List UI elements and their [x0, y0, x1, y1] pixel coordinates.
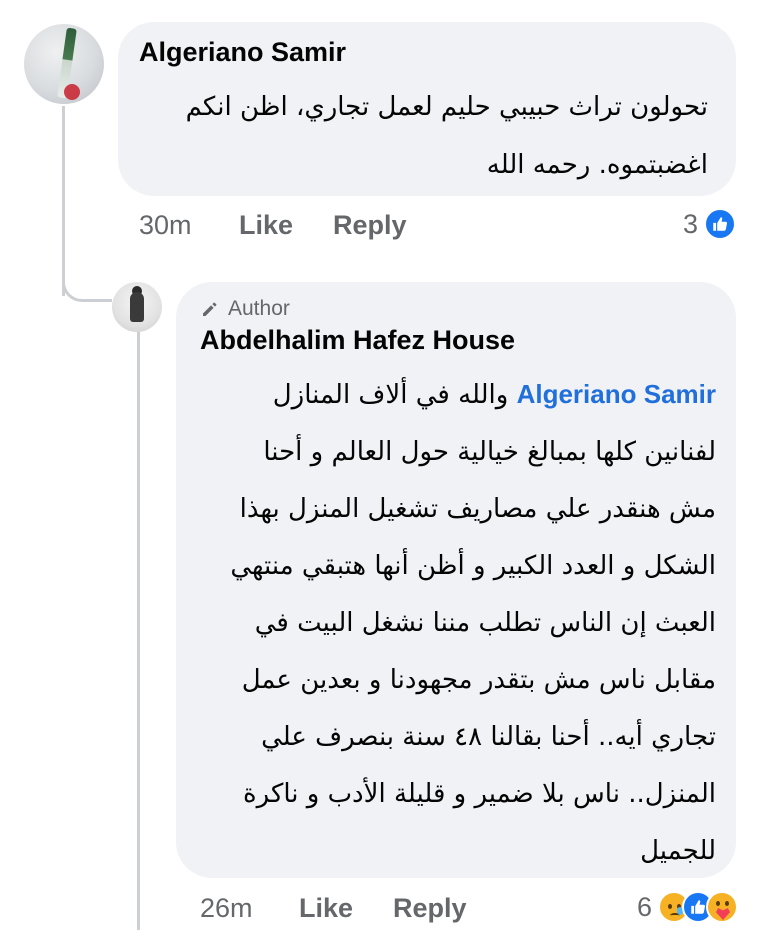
like-button[interactable]: Like [299, 893, 353, 924]
reaction-count: 6 [636, 891, 652, 922]
reply-button[interactable]: Reply [393, 893, 467, 924]
like-icon [704, 208, 736, 240]
reply-timestamp[interactable]: 26m [200, 893, 253, 924]
reply-text-line: تجاري أيه.. أحنا بقالنا ٤٨ سنة بنصرف علي [261, 722, 716, 752]
author-badge-label: Author [228, 297, 290, 320]
thread-connector-curve [62, 258, 112, 302]
reply-text-line: مقابل ناس مش بتقدر مجهودنا و بعدين عمل [241, 665, 716, 695]
avatar-figure-body [130, 292, 144, 322]
reply-button[interactable]: Reply [333, 210, 407, 241]
reply-text-line: مش هنقدر علي مصاريف تشغيل المنزل بهذا [239, 494, 716, 524]
care-icon [706, 891, 738, 923]
reply-text-line: للجميل [640, 836, 716, 866]
like-button[interactable]: Like [239, 210, 293, 241]
reply-text-line: لفنانين كلها بمبالغ خيالية حول العالم و … [263, 437, 716, 467]
comment-text-line: اغضبتموه. رحمه الله [486, 150, 708, 180]
avatar-flag-emblem [64, 84, 80, 100]
reply-author-name[interactable]: Abdelhalim Hafez House [200, 325, 515, 356]
reply-first-line-text: والله في ألاف المنازل [272, 380, 509, 410]
avatar-abdelhalim-hafez-house[interactable] [112, 282, 162, 332]
comment-text: تحولون تراث حبيبي حليم لعمل تجاري، اظن ا… [148, 78, 708, 194]
reaction-summary[interactable]: 6 [637, 891, 738, 923]
comment-author-name[interactable]: Algeriano Samir [139, 37, 346, 68]
reply-text-line: المنزل.. ناس بلا ضمير و قليلة الأدب و نا… [242, 779, 716, 809]
author-badge: Author [200, 297, 290, 321]
reply-text-line: الشكل و العدد الكبير و أظن أنها هتبقي من… [230, 551, 716, 581]
reply-thread-line [137, 330, 140, 930]
reaction-count: 3 [682, 208, 698, 239]
reaction-summary[interactable]: 3 [683, 208, 736, 240]
pen-icon [203, 302, 217, 316]
mention-link[interactable]: Algeriano Samir [517, 379, 716, 409]
comment-timestamp[interactable]: 30m [139, 210, 192, 241]
reply-text-line: Algeriano Samir والله في ألاف المنازل [206, 366, 716, 424]
reply-text: Algeriano Samir والله في ألاف المنازل لف… [206, 366, 716, 880]
avatar-algeriano-samir[interactable] [24, 24, 104, 104]
comment-text-line: تحولون تراث حبيبي حليم لعمل تجاري، اظن ا… [185, 92, 708, 122]
reply-text-line: العبث إن الناس تطلب مننا نشغل البيت في [254, 608, 716, 638]
